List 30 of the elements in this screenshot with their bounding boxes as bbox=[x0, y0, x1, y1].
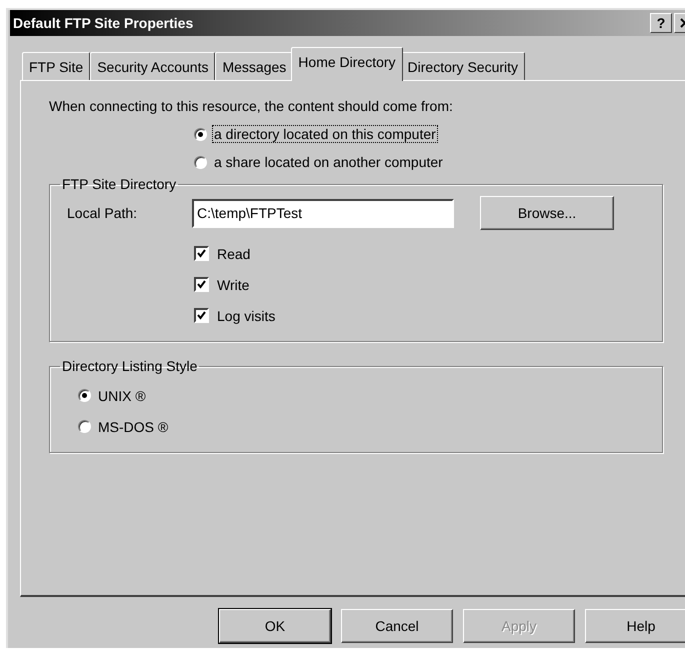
checkbox-label[interactable]: Log visits bbox=[216, 308, 276, 324]
radio-button[interactable] bbox=[194, 128, 207, 140]
dialog-button[interactable]: Help bbox=[585, 609, 685, 643]
checkbox-label[interactable]: Write bbox=[216, 276, 250, 292]
checkbox[interactable] bbox=[194, 308, 209, 323]
radio-label[interactable]: a share located on another computer bbox=[213, 154, 444, 170]
group-title: Directory Listing Style bbox=[61, 358, 198, 374]
local-path-field[interactable]: C:\temp\FTPTest bbox=[192, 198, 454, 228]
dialog-button[interactable]: OK bbox=[219, 609, 331, 643]
window-title: Default FTP Site Properties bbox=[13, 15, 194, 31]
radio-label[interactable]: a directory located on this computer bbox=[213, 126, 437, 142]
source-prompt: When connecting to this resource, the content should come from: bbox=[49, 98, 454, 114]
tab[interactable]: Directory Security bbox=[400, 52, 526, 80]
local-path-label: Local Path: bbox=[67, 205, 138, 221]
tab[interactable]: FTP Site bbox=[22, 52, 90, 80]
tab[interactable]: Security Accounts bbox=[90, 52, 216, 80]
help-button[interactable]: ? bbox=[650, 13, 672, 33]
radio-button[interactable] bbox=[194, 156, 207, 168]
browse-button[interactable]: Browse... bbox=[480, 196, 614, 230]
tab[interactable]: Home Directory bbox=[291, 47, 403, 81]
checkbox-label[interactable]: Read bbox=[216, 246, 252, 262]
checkbox[interactable] bbox=[194, 246, 209, 261]
checkbox[interactable] bbox=[194, 277, 209, 292]
radio-button[interactable] bbox=[78, 389, 91, 402]
group-title: FTP Site Directory bbox=[61, 176, 178, 192]
radio-label[interactable]: UNIX ® bbox=[97, 388, 147, 404]
radio-label[interactable]: MS-DOS ® bbox=[97, 418, 170, 434]
radio-button[interactable] bbox=[78, 420, 91, 433]
tab[interactable]: Messages bbox=[215, 52, 294, 80]
dialog-button[interactable]: Cancel bbox=[341, 609, 453, 643]
